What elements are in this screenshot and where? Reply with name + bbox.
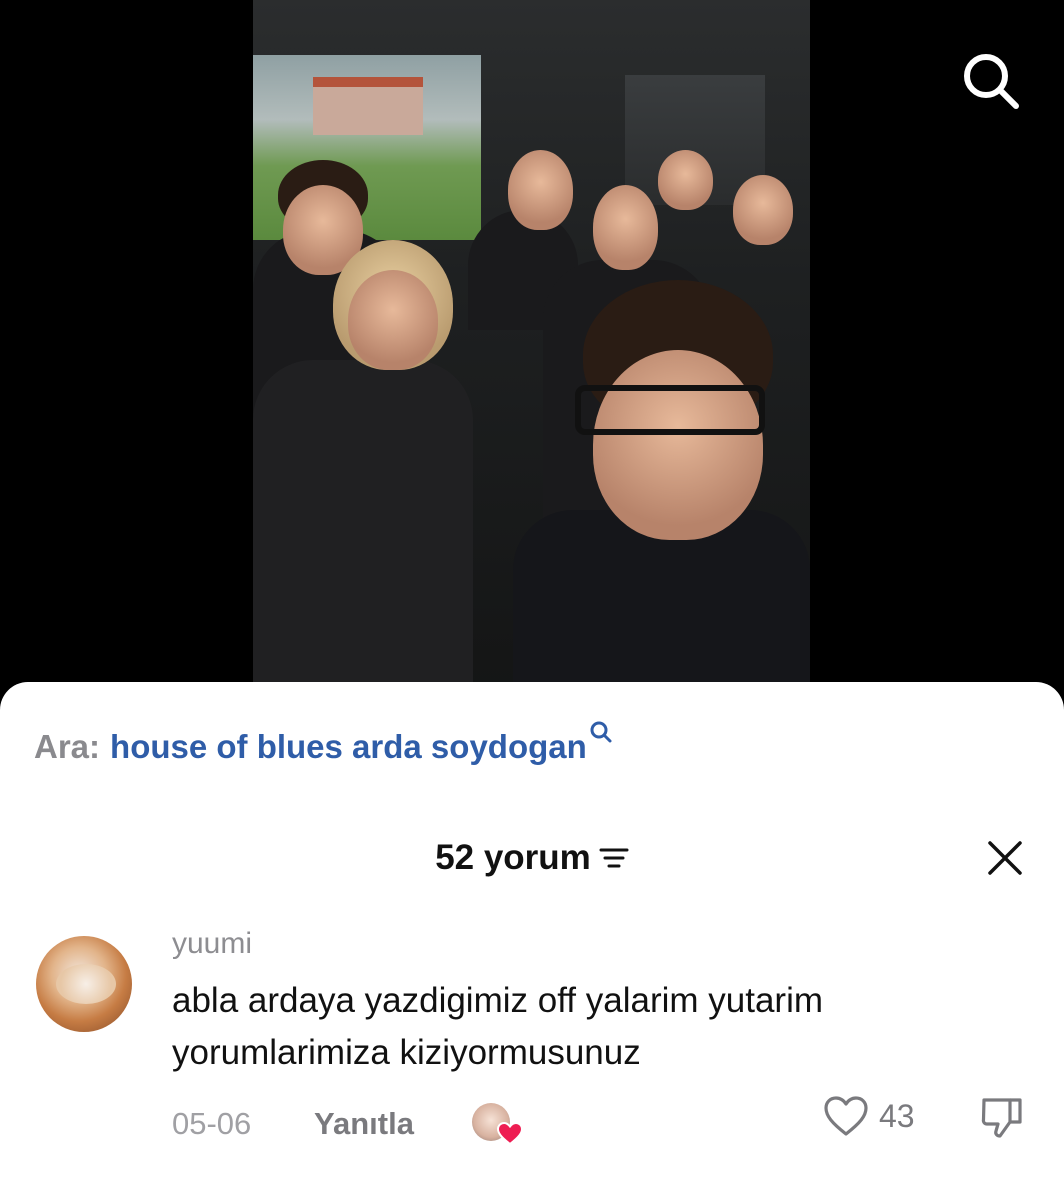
reply-button[interactable]: Yanıtla — [314, 1106, 414, 1142]
heart-filled-icon — [497, 1122, 523, 1146]
house-in-window — [313, 77, 423, 135]
like-count: 43 — [879, 1098, 915, 1134]
person-face — [593, 185, 658, 270]
comment-username[interactable]: yuumi — [172, 927, 252, 961]
avatar-cat-face — [56, 964, 116, 1004]
video-photo — [253, 0, 810, 700]
person-face — [658, 150, 713, 210]
comment-date: 05-06 — [172, 1106, 252, 1141]
person-face — [733, 175, 793, 245]
person-face — [508, 150, 573, 230]
related-search[interactable]: Ara: house of blues arda soydogan — [34, 721, 613, 766]
sort-icon[interactable] — [599, 845, 629, 871]
comment-count: 52 yorum — [435, 838, 591, 877]
heart-outline-icon[interactable] — [822, 1094, 870, 1138]
comment-text: abla ardaya yazdigimiz off yalarim yutar… — [172, 981, 824, 1072]
glasses — [575, 385, 765, 435]
close-icon[interactable] — [985, 838, 1025, 878]
person-face — [348, 270, 438, 370]
thumbs-down-icon[interactable] — [978, 1094, 1026, 1140]
person-face — [593, 350, 763, 540]
search-icon[interactable] — [589, 720, 613, 744]
comments-header: 52 yorum — [0, 838, 1064, 878]
search-query-link[interactable]: house of blues arda soydogan — [110, 728, 587, 766]
video-area[interactable] — [0, 0, 1064, 700]
avatar[interactable] — [36, 936, 132, 1032]
person-jacket — [253, 360, 473, 700]
search-prefix-label: Ara: — [34, 728, 101, 765]
search-icon[interactable] — [960, 50, 1022, 112]
